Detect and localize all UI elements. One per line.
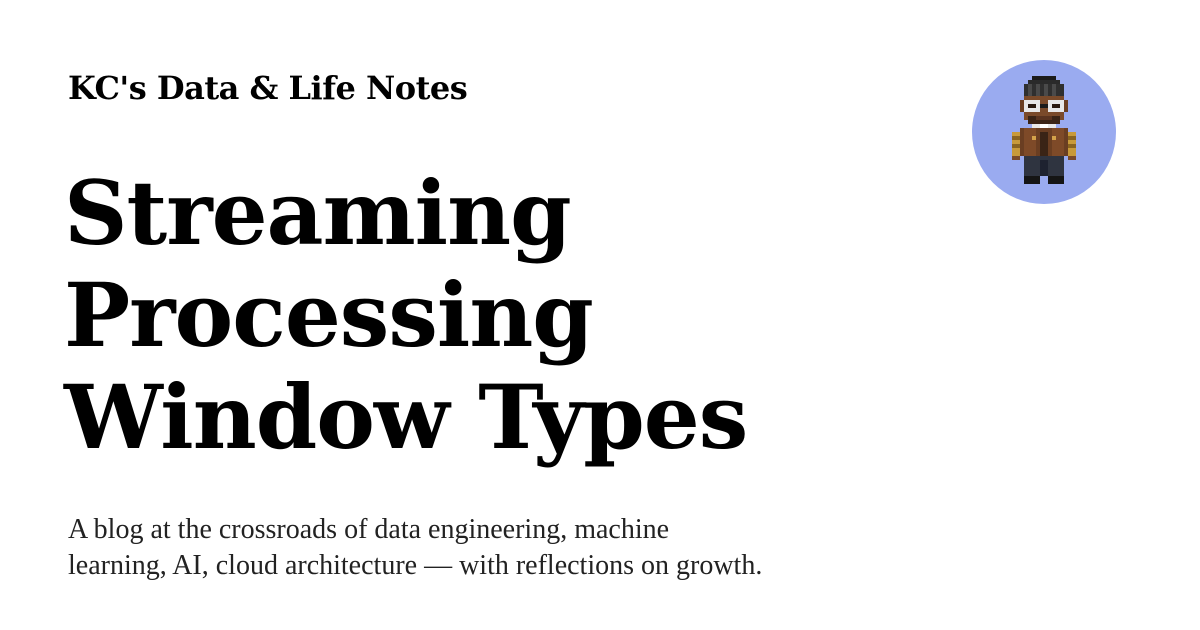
- post-title-line-2: Processing: [64, 263, 594, 367]
- post-title-line-1: Streaming: [64, 161, 572, 265]
- avatar[interactable]: [972, 60, 1116, 204]
- pixel-character-icon: [1012, 76, 1076, 184]
- post-title: Streaming Processing Window Types: [64, 162, 924, 468]
- post-title-line-3: Window Types: [64, 365, 748, 469]
- tagline-line-2: learning, AI, cloud architecture — with …: [68, 550, 763, 581]
- site-title[interactable]: KC's Data & Life Notes: [68, 64, 468, 112]
- tagline-line-1: A blog at the crossroads of data enginee…: [68, 514, 670, 545]
- site-tagline: A blog at the crossroads of data enginee…: [68, 512, 968, 584]
